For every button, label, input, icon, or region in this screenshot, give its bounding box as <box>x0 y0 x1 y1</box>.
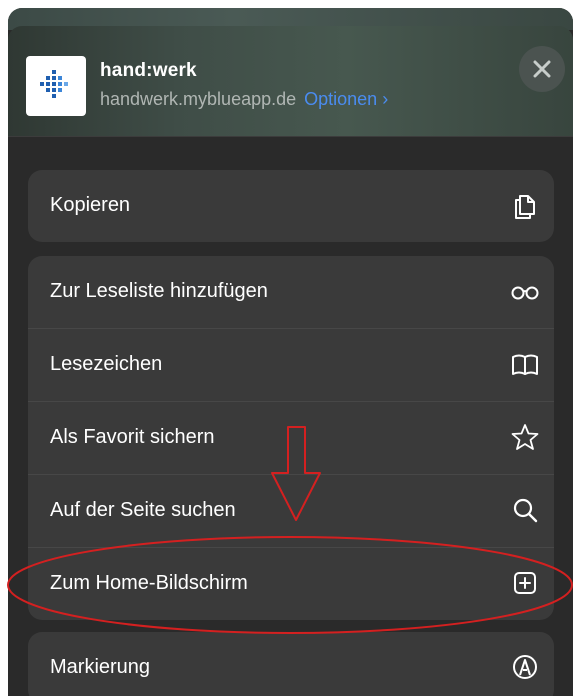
menu-item-favorite[interactable]: Als Favorit sichern <box>28 402 554 475</box>
share-sheet: hand:werk handwerk.myblueapp.de Optionen … <box>8 8 573 696</box>
menu-item-label: Lesezeichen <box>50 353 163 375</box>
action-group-copy: Kopieren <box>28 170 554 242</box>
menu-item-label: Markierung <box>50 656 151 678</box>
search-icon <box>513 498 538 523</box>
markup-icon <box>513 655 537 679</box>
menu-item-label: Kopieren <box>50 194 131 216</box>
reading-glasses-icon <box>511 286 539 300</box>
app-logo-icon <box>26 56 86 116</box>
add-square-icon <box>514 572 536 594</box>
menu-item-label: Auf der Seite suchen <box>50 499 236 521</box>
menu-item-add-to-home[interactable]: Zum Home-Bildschirm <box>28 548 554 620</box>
app-url-line: handwerk.myblueapp.de Optionen › <box>100 89 388 110</box>
menu-item-label: Zum Home-Bildschirm <box>50 572 248 594</box>
menu-item-copy[interactable]: Kopieren <box>28 170 554 242</box>
action-group-main: Zur Leseliste hinzufügen Lesezeichen Als… <box>28 256 554 620</box>
menu-item-find-on-page[interactable]: Auf der Seite suchen <box>28 475 554 548</box>
share-header: hand:werk handwerk.myblueapp.de Optionen … <box>8 26 573 137</box>
close-button[interactable] <box>519 46 565 92</box>
menu-item-bookmark[interactable]: Lesezeichen <box>28 329 554 402</box>
app-name: hand:werk <box>100 60 197 81</box>
copy-icon <box>515 195 535 219</box>
options-link[interactable]: Optionen › <box>304 89 388 109</box>
menu-item-reading-list[interactable]: Zur Leseliste hinzufügen <box>28 256 554 329</box>
action-group-markup: Markierung <box>28 632 554 696</box>
app-url: handwerk.myblueapp.de <box>100 89 297 109</box>
close-icon <box>533 60 551 78</box>
menu-item-markup[interactable]: Markierung <box>28 632 554 696</box>
book-icon <box>512 354 538 375</box>
star-icon <box>511 424 539 450</box>
menu-item-label: Als Favorit sichern <box>50 426 215 448</box>
menu-item-label: Zur Leseliste hinzufügen <box>50 280 268 302</box>
